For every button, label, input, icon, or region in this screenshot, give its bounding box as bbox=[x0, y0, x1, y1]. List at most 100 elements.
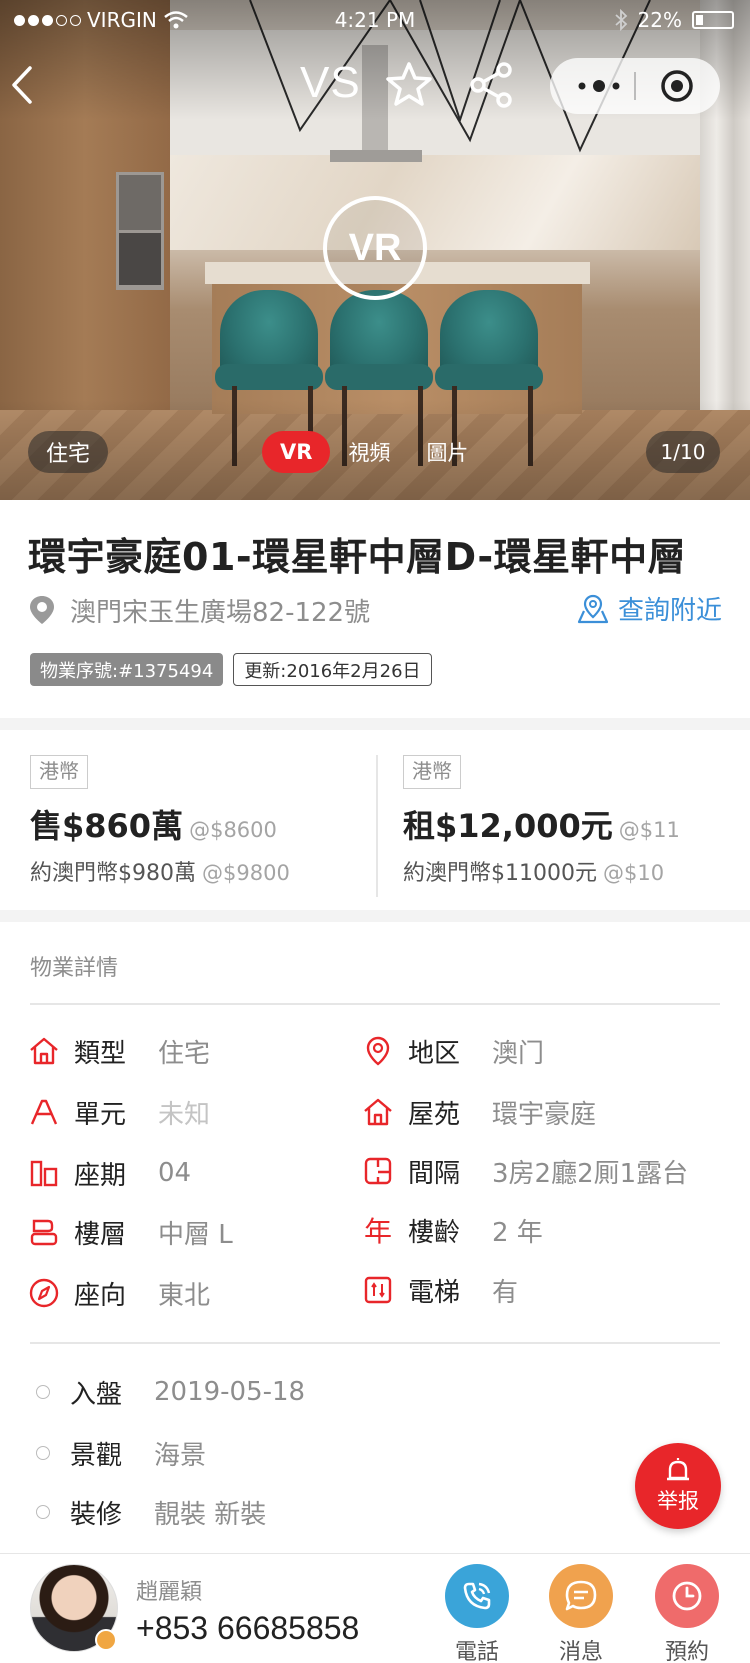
agent-phone: +853 66685858 bbox=[136, 1610, 360, 1646]
unit-icon bbox=[30, 1099, 58, 1125]
call-button[interactable]: 電話 bbox=[442, 1564, 512, 1663]
detail-layout: 間隔 3房2廳2厠1露台 bbox=[362, 1151, 688, 1191]
detail-value: 中層 L bbox=[158, 1219, 233, 1250]
detail-value: 東北 bbox=[158, 1280, 211, 1311]
details-divider bbox=[30, 1342, 720, 1344]
section-divider bbox=[0, 718, 750, 730]
year-icon: 年 bbox=[364, 1215, 392, 1246]
detail-label: 樓齡 bbox=[408, 1217, 461, 1248]
detail-value: 環宇豪庭 bbox=[492, 1099, 597, 1130]
book-circle bbox=[655, 1564, 719, 1628]
vr-play-button[interactable]: VR bbox=[323, 196, 427, 300]
elevator-icon bbox=[364, 1276, 392, 1304]
sale-unit-price: @$8600 bbox=[189, 818, 277, 842]
clock-icon bbox=[672, 1581, 702, 1611]
verified-badge-icon bbox=[95, 1629, 117, 1651]
detail-label: 座向 bbox=[74, 1280, 127, 1311]
listing-badges: 物業序號:#1375494 更新:2016年2月26日 bbox=[30, 653, 432, 686]
section-divider bbox=[0, 910, 750, 922]
detail-floor: 樓層 中層 L bbox=[28, 1212, 233, 1252]
message-circle bbox=[549, 1564, 613, 1628]
rent-price: 租$12,000元 bbox=[403, 807, 613, 845]
nearby-label: 查詢附近 bbox=[617, 596, 722, 626]
detail-label: 裝修 bbox=[70, 1499, 123, 1530]
detail-value: 住宅 bbox=[158, 1038, 211, 1069]
bluetooth-icon bbox=[614, 9, 627, 31]
detail-label: 單元 bbox=[74, 1099, 127, 1130]
svg-text:年: 年 bbox=[364, 1215, 392, 1246]
target-icon[interactable] bbox=[660, 69, 694, 103]
rent-mop-price: 約澳門幣$11000元 bbox=[403, 861, 597, 886]
star-icon[interactable] bbox=[384, 60, 434, 110]
detail-label: 入盤 bbox=[70, 1379, 123, 1410]
bullet-icon bbox=[36, 1505, 50, 1519]
capsule-divider bbox=[634, 72, 636, 100]
share-icon[interactable] bbox=[466, 60, 516, 110]
detail-unit: 單元 未知 bbox=[28, 1092, 210, 1132]
call-circle bbox=[445, 1564, 509, 1628]
phone-icon bbox=[463, 1582, 491, 1610]
sale-mop-unit: @$9800 bbox=[202, 861, 290, 885]
compass-icon bbox=[29, 1278, 59, 1308]
call-label: 電話 bbox=[454, 1640, 499, 1663]
detail-decoration: 裝修 靚裝 新裝 bbox=[36, 1492, 266, 1532]
back-icon[interactable] bbox=[4, 60, 44, 110]
detail-view: 景觀 海景 bbox=[36, 1433, 206, 1473]
chat-icon bbox=[565, 1580, 597, 1611]
more-icon[interactable] bbox=[574, 76, 624, 96]
building-icon bbox=[30, 1160, 58, 1187]
detail-value: 未知 bbox=[158, 1099, 211, 1130]
detail-value: 有 bbox=[492, 1277, 519, 1308]
image-counter: 1/10 bbox=[646, 431, 720, 473]
book-button[interactable]: 預約 bbox=[652, 1564, 722, 1663]
bullet-icon bbox=[36, 1446, 50, 1460]
map-pin-icon bbox=[577, 594, 609, 623]
message-label: 消息 bbox=[558, 1640, 603, 1663]
report-button[interactable]: 举报 bbox=[635, 1443, 721, 1529]
detail-label: 景觀 bbox=[70, 1440, 123, 1471]
sale-price-block: 港幣 售$860萬 @$8600 約澳門幣$980萬 @$9800 bbox=[30, 755, 375, 895]
detail-label: 間隔 bbox=[408, 1158, 461, 1189]
message-button[interactable]: 消息 bbox=[546, 1564, 616, 1663]
agent-bar: 趙麗穎 +853 66685858 電話 消息 預約 bbox=[0, 1553, 750, 1663]
detail-label: 座期 bbox=[74, 1160, 127, 1191]
detail-value: 3房2廳2厠1露台 bbox=[492, 1158, 689, 1189]
media-tabs: VR 視頻 圖片 bbox=[262, 431, 486, 473]
price-divider bbox=[376, 755, 378, 897]
compare-button[interactable]: VS bbox=[300, 58, 361, 108]
tab-video[interactable]: 視頻 bbox=[330, 431, 408, 473]
detail-label: 電梯 bbox=[408, 1277, 461, 1308]
currency-tag: 港幣 bbox=[30, 755, 88, 789]
location-icon bbox=[366, 1036, 390, 1066]
detail-label: 類型 bbox=[74, 1038, 127, 1069]
detail-phase: 座期 04 bbox=[28, 1153, 191, 1193]
detail-label: 樓層 bbox=[74, 1219, 127, 1250]
nearby-search-link[interactable]: 查詢附近 bbox=[576, 590, 722, 627]
detail-value: 海景 bbox=[154, 1440, 207, 1471]
detail-value: 靚裝 新裝 bbox=[154, 1499, 267, 1530]
detail-district: 地区 澳门 bbox=[362, 1031, 544, 1071]
detail-age: 年 樓齡 2 年 bbox=[362, 1210, 543, 1250]
rent-unit-price: @$11 bbox=[618, 818, 680, 842]
address-text: 澳門宋玉生廣場82-122號 bbox=[70, 598, 371, 628]
rent-mop-unit: @$10 bbox=[602, 861, 665, 885]
detail-value: 澳门 bbox=[492, 1038, 545, 1069]
detail-estate: 屋苑 環宇豪庭 bbox=[362, 1092, 596, 1132]
updated-badge: 更新:2016年2月26日 bbox=[233, 653, 432, 686]
status-bar: VIRGIN 4:21 PM 22% bbox=[0, 0, 750, 40]
book-label: 預約 bbox=[664, 1640, 709, 1663]
address-row: 澳門宋玉生廣場82-122號 查詢附近 bbox=[28, 590, 722, 630]
tab-vr[interactable]: VR bbox=[262, 431, 331, 473]
listing-title: 環宇豪庭01-環星軒中層D-環星軒中層 bbox=[28, 535, 687, 579]
detail-label: 屋苑 bbox=[408, 1099, 461, 1130]
detail-label: 地区 bbox=[408, 1038, 461, 1069]
detail-listed-date: 入盤 2019-05-18 bbox=[36, 1372, 305, 1412]
tab-photos[interactable]: 圖片 bbox=[408, 431, 486, 473]
bullet-icon bbox=[36, 1385, 50, 1399]
floor-icon bbox=[30, 1219, 58, 1246]
battery-percent: 22% bbox=[637, 8, 682, 32]
detail-value: 2019-05-18 bbox=[154, 1377, 306, 1407]
details-divider bbox=[30, 1003, 720, 1005]
sale-price: 售$860萬 bbox=[30, 807, 184, 845]
details-section-title: 物業詳情 bbox=[30, 956, 119, 981]
